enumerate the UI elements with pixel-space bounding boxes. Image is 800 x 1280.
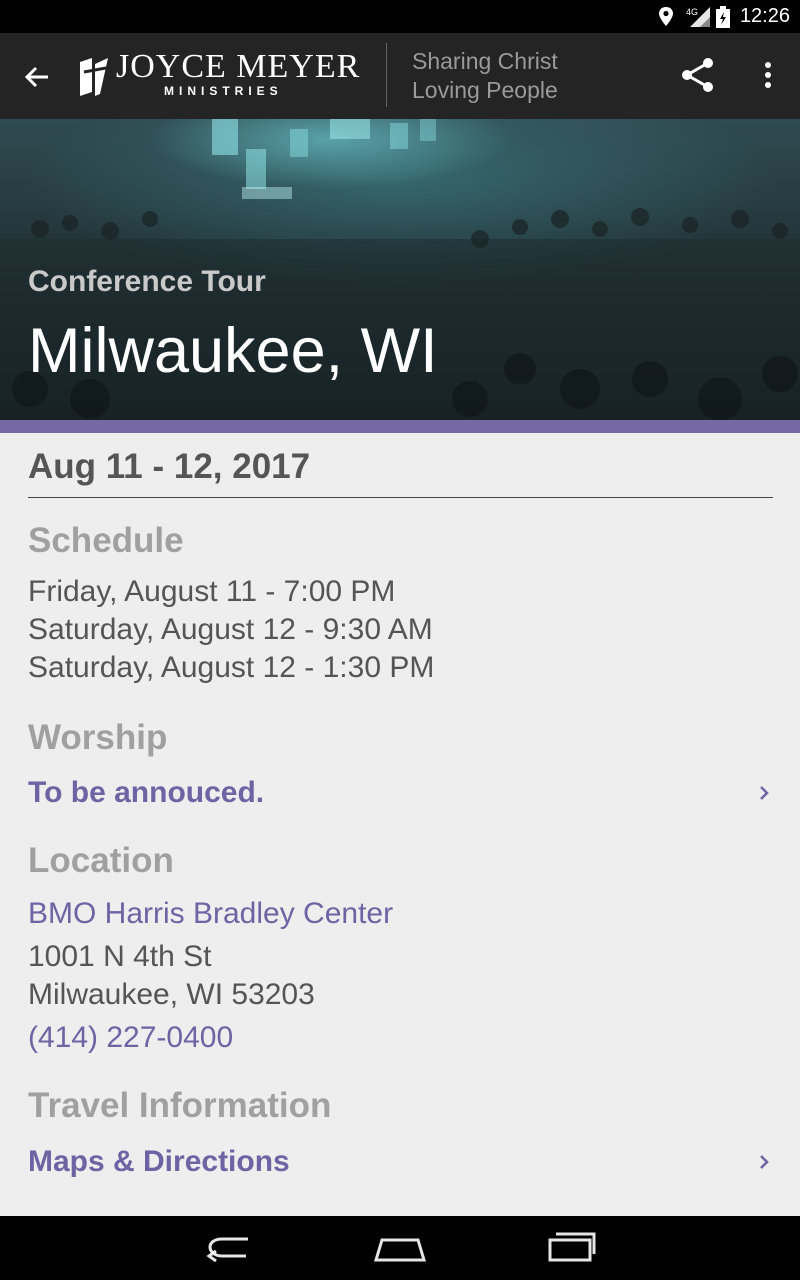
- svg-text:4G: 4G: [686, 7, 698, 17]
- more-vert-icon[interactable]: [756, 55, 780, 95]
- location-icon: [659, 7, 673, 26]
- chevron-right-icon[interactable]: [758, 783, 772, 803]
- nav-recents-icon[interactable]: [540, 1230, 600, 1266]
- logo-text: JOYCE MEYER: [116, 48, 361, 85]
- divider: [28, 497, 773, 498]
- phone-link[interactable]: (414) 227-0400: [28, 1021, 233, 1055]
- clock: 12:26: [739, 5, 790, 27]
- nav-home-icon[interactable]: [370, 1230, 430, 1266]
- location-heading: Location: [28, 841, 174, 880]
- venue-link[interactable]: BMO Harris Bradley Center: [28, 897, 393, 931]
- hero-eyebrow: Conference Tour: [28, 265, 266, 298]
- logo-mark-icon: [80, 58, 108, 96]
- accent-bar: [0, 420, 800, 433]
- hero-title: Milwaukee, WI: [28, 316, 438, 386]
- ministry-logo: JOYCE MEYER MINISTRIES: [78, 48, 378, 108]
- logo-subtext: MINISTRIES: [164, 84, 283, 98]
- chevron-right-icon[interactable]: [758, 1152, 772, 1172]
- hero-banner: Conference Tour Milwaukee, WI: [0, 119, 800, 420]
- tagline: Sharing Christ Loving People: [412, 47, 558, 105]
- schedule-item: Saturday, August 12 - 9:30 AM: [28, 613, 433, 646]
- battery-icon: [716, 6, 730, 28]
- tagline-line2: Loving People: [412, 77, 558, 103]
- schedule-heading: Schedule: [28, 521, 184, 560]
- event-date: Aug 11 - 12, 2017: [28, 447, 311, 486]
- worship-heading: Worship: [28, 718, 168, 757]
- schedule-item: Friday, August 11 - 7:00 PM: [28, 575, 396, 608]
- share-icon[interactable]: [678, 55, 718, 95]
- maps-directions-link[interactable]: Maps & Directions: [28, 1145, 290, 1179]
- system-nav-bar: [0, 1216, 800, 1280]
- tagline-line1: Sharing Christ: [412, 48, 558, 74]
- worship-link[interactable]: To be annouced.: [28, 776, 264, 810]
- signal-icon: 4G: [686, 7, 710, 27]
- address-line1: 1001 N 4th St: [28, 940, 212, 973]
- app-bar: JOYCE MEYER MINISTRIES Sharing Christ Lo…: [0, 33, 800, 119]
- logo-divider: [386, 43, 387, 107]
- status-bar: 4G 12:26: [0, 0, 800, 33]
- back-arrow-icon[interactable]: [18, 57, 58, 97]
- address-line2: Milwaukee, WI 53203: [28, 978, 315, 1011]
- schedule-item: Saturday, August 12 - 1:30 PM: [28, 651, 435, 684]
- travel-heading: Travel Information: [28, 1086, 332, 1125]
- nav-back-icon[interactable]: [200, 1230, 260, 1266]
